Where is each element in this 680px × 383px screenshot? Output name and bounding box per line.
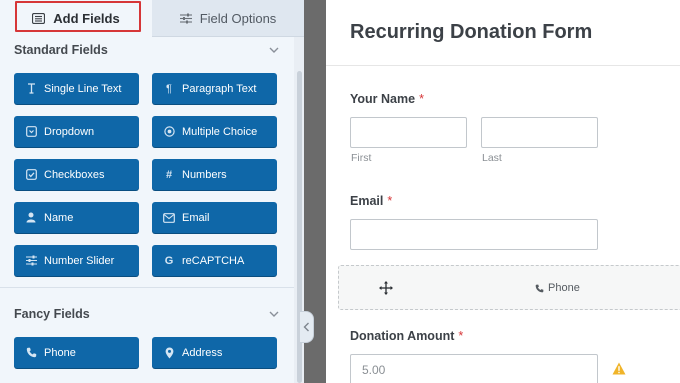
donation-amount-value: 5.00	[362, 363, 386, 377]
standard-fields-title: Standard Fields	[14, 43, 108, 57]
title-divider	[326, 65, 680, 66]
field-button-label: Paragraph Text	[182, 82, 257, 95]
move-cursor-icon	[379, 281, 393, 295]
donation-label-text: Donation Amount	[350, 329, 455, 343]
tab-field-options[interactable]: Field Options	[152, 0, 304, 37]
donation-amount-input[interactable]: 5.00	[350, 354, 598, 383]
field-button-paragraph-text[interactable]: ¶ Paragraph Text	[152, 73, 277, 104]
chevron-down-icon	[269, 47, 279, 53]
hash-icon: #	[165, 168, 173, 181]
chevron-down-icon	[269, 311, 279, 317]
email-input[interactable]	[350, 219, 598, 250]
envelope-icon	[163, 212, 175, 224]
dropdown-icon	[25, 126, 37, 138]
field-button-name[interactable]: Name	[14, 202, 139, 233]
field-button-label: Number Slider	[44, 254, 115, 267]
standard-fields-header[interactable]: Standard Fields	[0, 37, 294, 63]
fields-sidebar: Add Fields Field Options Standard Fields…	[0, 0, 304, 383]
phone-placeholder-text: Phone	[548, 282, 580, 294]
form-preview: Recurring Donation Form Your Name * First…	[326, 0, 680, 383]
email-field-label: Email *	[350, 194, 392, 208]
chevron-left-icon	[303, 322, 309, 332]
last-name-sublabel: Last	[482, 152, 502, 164]
sliders-icon	[25, 255, 37, 267]
required-marker: *	[458, 329, 464, 343]
last-name-input[interactable]	[481, 117, 598, 148]
first-name-input[interactable]	[350, 117, 467, 148]
checkbox-icon	[25, 169, 37, 181]
phone-icon	[535, 284, 544, 292]
phone-field-drop-placeholder[interactable]: Phone	[338, 265, 680, 310]
text-cursor-icon	[25, 83, 37, 95]
field-button-label: Dropdown	[44, 125, 95, 138]
field-button-label: Phone	[44, 346, 76, 359]
donation-amount-label: Donation Amount *	[350, 329, 463, 343]
group-divider	[0, 287, 294, 288]
warning-icon	[612, 362, 626, 375]
sliders-icon	[179, 13, 192, 23]
field-button-email[interactable]: Email	[152, 202, 277, 233]
tab-add-fields[interactable]: Add Fields	[0, 0, 152, 37]
tab-field-options-label: Field Options	[199, 10, 277, 26]
collapse-sidebar-toggle[interactable]	[300, 311, 314, 343]
field-button-address[interactable]: Address	[152, 337, 277, 368]
required-marker: *	[387, 194, 393, 208]
field-button-label: Checkboxes	[44, 168, 105, 181]
field-button-number-slider[interactable]: Number Slider	[14, 245, 139, 276]
field-button-multiple-choice[interactable]: Multiple Choice	[152, 116, 277, 147]
field-button-dropdown[interactable]: Dropdown	[14, 116, 139, 147]
phone-icon	[25, 347, 37, 359]
field-button-label: Single Line Text	[44, 82, 122, 95]
paragraph-icon: ¶	[166, 82, 172, 95]
field-button-checkboxes[interactable]: Checkboxes	[14, 159, 139, 190]
map-pin-icon	[163, 347, 175, 359]
email-label-text: Email	[350, 194, 384, 208]
tab-add-fields-label: Add Fields	[53, 11, 120, 26]
form-title: Recurring Donation Form	[350, 21, 593, 43]
field-button-label: Multiple Choice	[182, 125, 258, 138]
field-button-label: Numbers	[182, 168, 227, 181]
field-button-label: Address	[182, 346, 223, 359]
radio-icon	[163, 126, 175, 138]
field-button-label: Email	[182, 211, 210, 224]
list-icon	[32, 13, 46, 24]
field-button-recaptcha[interactable]: G reCAPTCHA	[152, 245, 277, 276]
first-name-sublabel: First	[351, 152, 372, 164]
field-button-numbers[interactable]: # Numbers	[152, 159, 277, 190]
field-button-label: reCAPTCHA	[182, 254, 245, 267]
required-marker: *	[419, 92, 424, 106]
sidebar-tabs: Add Fields Field Options	[0, 0, 304, 37]
field-button-single-line-text[interactable]: Single Line Text	[14, 73, 139, 104]
google-icon: G	[164, 254, 174, 267]
fancy-fields-title: Fancy Fields	[14, 307, 90, 321]
field-button-label: Name	[44, 211, 74, 224]
name-field-label: Your Name *	[350, 92, 424, 106]
fancy-fields-header[interactable]: Fancy Fields	[0, 301, 294, 327]
phone-placeholder-label: Phone	[535, 282, 580, 294]
field-button-phone[interactable]: Phone	[14, 337, 139, 368]
name-label-text: Your Name	[350, 92, 416, 106]
user-icon	[25, 212, 37, 224]
